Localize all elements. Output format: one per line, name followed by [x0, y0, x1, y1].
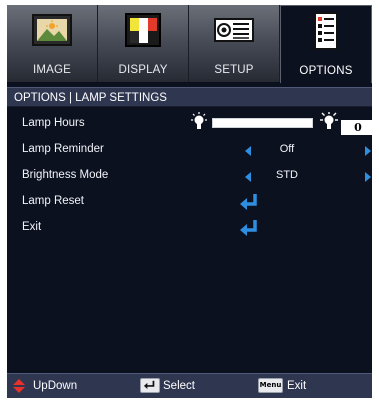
tab-image[interactable]: IMAGE — [7, 5, 98, 82]
lamp-bulb-icon — [191, 112, 207, 129]
tab-label: OPTIONS — [299, 65, 353, 77]
arrow-right-icon[interactable] — [365, 172, 371, 182]
up-down-icon — [13, 379, 25, 393]
lamp-hours-bar — [212, 118, 313, 128]
image-icon — [32, 14, 72, 46]
brightness-mode-value: STD — [276, 169, 298, 181]
select-key-icon — [140, 378, 160, 393]
tab-label: DISPLAY — [118, 64, 168, 76]
menu-item-lamp-reset[interactable]: Lamp Reset — [7, 190, 372, 216]
enter-icon[interactable] — [239, 193, 259, 211]
select-hint-label: Select — [163, 380, 195, 392]
setup-icon — [214, 18, 254, 42]
updown-hint-label: UpDown — [33, 380, 78, 392]
tab-options[interactable]: OPTIONS — [280, 5, 372, 83]
projector-osd: IMAGE DISPLAY SETUP OPTIONS OPTIONS | LA… — [7, 5, 372, 398]
menu-item-label: Brightness Mode — [22, 169, 109, 181]
tab-display[interactable]: DISPLAY — [98, 5, 189, 82]
menu-item-label: Lamp Hours — [22, 117, 85, 129]
menu-item-exit[interactable]: Exit — [7, 216, 372, 242]
tab-label: SETUP — [214, 64, 254, 76]
lamp-hours-value: 0 — [341, 120, 372, 135]
menu-key-icon: Menu — [258, 378, 283, 393]
arrow-right-icon[interactable] — [365, 146, 371, 156]
footer-hint-bar: UpDown Select Menu Exit — [7, 373, 372, 398]
arrow-left-icon[interactable] — [245, 172, 251, 182]
display-icon — [125, 13, 161, 47]
enter-icon[interactable] — [239, 219, 259, 237]
menu-list: Lamp Hours 0 Lamp Reminder Off Brightnes… — [7, 109, 372, 369]
tab-bar: IMAGE DISPLAY SETUP OPTIONS — [7, 5, 372, 83]
lamp-bulb-bright-icon — [320, 112, 338, 129]
tab-label: IMAGE — [32, 64, 72, 76]
menu-item-label: Lamp Reminder — [22, 143, 104, 155]
menu-item-lamp-reminder[interactable]: Lamp Reminder Off — [7, 138, 372, 164]
tab-setup[interactable]: SETUP — [189, 5, 280, 82]
exit-hint-label: Exit — [287, 380, 307, 392]
menu-item-lamp-hours[interactable]: Lamp Hours 0 — [7, 112, 372, 138]
menu-item-label: Lamp Reset — [22, 195, 85, 207]
lamp-reminder-value: Off — [279, 143, 295, 155]
menu-item-label: Exit — [22, 221, 42, 233]
page-title: OPTIONS | LAMP SETTINGS — [7, 87, 372, 107]
options-icon — [314, 12, 338, 50]
arrow-left-icon[interactable] — [245, 146, 251, 156]
menu-item-brightness-mode[interactable]: Brightness Mode STD — [7, 164, 372, 190]
